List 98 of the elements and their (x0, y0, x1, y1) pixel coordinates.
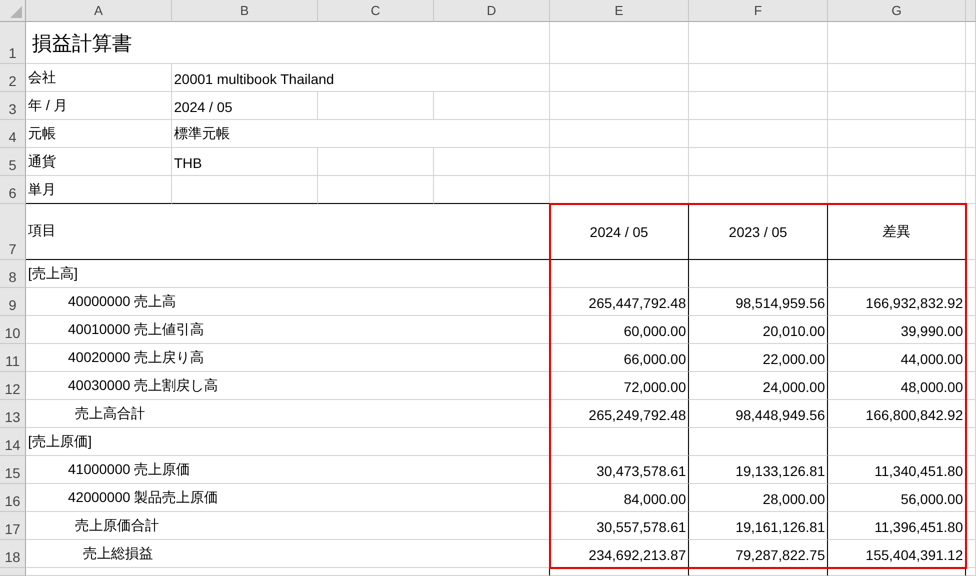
row-header[interactable]: 5 (0, 148, 26, 176)
table-cell: 98,448,949.56 (689, 400, 828, 428)
empty-cell (966, 484, 976, 512)
empty-cell (966, 316, 976, 344)
row-header[interactable]: 18 (0, 540, 26, 568)
row-header[interactable]: 3 (0, 92, 26, 120)
table-cell: 11,396,451.80 (828, 512, 966, 540)
column-header[interactable]: D (434, 0, 550, 22)
table-cell: 40020000 売上戻り高 (26, 344, 550, 372)
table-cell: 42000000 製品売上原価 (26, 484, 550, 512)
table-cell: 2023 / 05 (689, 204, 828, 260)
row-header[interactable]: 11 (0, 344, 26, 372)
empty-cell (966, 288, 976, 316)
table-cell: 単月 (26, 176, 172, 204)
empty-cell (966, 400, 976, 428)
table-cell: 30,557,578.61 (550, 512, 689, 540)
table-cell: THB (172, 148, 318, 176)
triangle-icon (10, 6, 22, 18)
empty-cell (966, 260, 976, 288)
table-cell: 2024 / 05 (172, 92, 318, 120)
table-cell: 44,000.00 (828, 344, 966, 372)
empty-cell (966, 120, 976, 148)
column-header[interactable]: B (172, 0, 318, 22)
empty-cell (966, 512, 976, 540)
row-header[interactable]: 13 (0, 400, 26, 428)
table-cell: 元帳 (26, 120, 172, 148)
table-cell: 40030000 売上割戻し高 (26, 372, 550, 400)
table-cell: 標準元帳 (172, 120, 550, 148)
row-header[interactable]: 4 (0, 120, 26, 148)
table-cell: 28,000.00 (689, 484, 828, 512)
table-cell: 22,000.00 (689, 344, 828, 372)
empty-cell (966, 148, 976, 176)
table-cell: 20,010.00 (689, 316, 828, 344)
column-header[interactable]: F (689, 0, 828, 22)
table-cell: 30,473,578.61 (550, 456, 689, 484)
row-header[interactable]: 10 (0, 316, 26, 344)
row-header[interactable]: 16 (0, 484, 26, 512)
table-cell: 年 / 月 (26, 92, 172, 120)
table-cell: 項目 (26, 204, 550, 260)
table-cell: 19,133,126.81 (689, 456, 828, 484)
select-all-button[interactable] (0, 0, 26, 22)
table-cell: 売上総損益 (26, 540, 550, 568)
table-cell: 41000000 売上原価 (26, 456, 550, 484)
table-cell: 39,990.00 (828, 316, 966, 344)
table-cell: 40010000 売上値引高 (26, 316, 550, 344)
table-cell: 66,000.00 (550, 344, 689, 372)
table-cell: [売上高] (26, 260, 550, 288)
empty-cell (966, 176, 976, 204)
table-cell: 84,000.00 (550, 484, 689, 512)
column-header[interactable]: A (26, 0, 172, 22)
row-header[interactable]: 2 (0, 64, 26, 92)
table-cell: 265,447,792.48 (550, 288, 689, 316)
row-header[interactable]: 1 (0, 22, 26, 64)
table-cell: 19,161,126.81 (689, 512, 828, 540)
empty-cell (966, 372, 976, 400)
table-cell: 98,514,959.56 (689, 288, 828, 316)
table-cell: [売上原価] (26, 428, 550, 456)
table-cell: 20001 multibook Thailand (172, 64, 550, 92)
table-cell: 売上原価合計 (26, 512, 550, 540)
row-header[interactable]: 15 (0, 456, 26, 484)
table-cell: 166,932,832.92 (828, 288, 966, 316)
row-header[interactable]: 7 (0, 204, 26, 260)
table-cell: 79,287,822.75 (689, 540, 828, 568)
table-cell: 166,800,842.92 (828, 400, 966, 428)
table-cell: 56,000.00 (828, 484, 966, 512)
table-cell: 234,692,213.87 (550, 540, 689, 568)
row-header[interactable]: 9 (0, 288, 26, 316)
table-cell: 40000000 売上高 (26, 288, 550, 316)
table-cell: 2024 / 05 (550, 204, 689, 260)
column-header[interactable]: G (828, 0, 966, 22)
empty-cell (966, 92, 976, 120)
table-cell: 24,000.00 (689, 372, 828, 400)
table-cell: 通貨 (26, 148, 172, 176)
table-cell: 11,340,451.80 (828, 456, 966, 484)
empty-cell (966, 64, 976, 92)
table-cell: 損益計算書 (26, 22, 550, 64)
table-cell: 265,249,792.48 (550, 400, 689, 428)
row-header[interactable]: 12 (0, 372, 26, 400)
table-cell: 差異 (828, 204, 966, 260)
table-cell: 60,000.00 (550, 316, 689, 344)
row-header[interactable]: 8 (0, 260, 26, 288)
empty-cell (966, 428, 976, 456)
column-header[interactable]: C (318, 0, 434, 22)
table-cell: 48,000.00 (828, 372, 966, 400)
row-header[interactable]: 14 (0, 428, 26, 456)
row-header[interactable]: 17 (0, 512, 26, 540)
empty-cell (966, 456, 976, 484)
column-header[interactable] (966, 0, 976, 22)
row-header[interactable]: 6 (0, 176, 26, 204)
table-cell: 72,000.00 (550, 372, 689, 400)
empty-cell (966, 344, 976, 372)
row-header[interactable] (0, 568, 26, 576)
empty-cell (966, 540, 976, 568)
empty-cell (966, 204, 976, 260)
table-cell: 会社 (26, 64, 172, 92)
column-header[interactable]: E (550, 0, 689, 22)
table-cell: 155,404,391.12 (828, 540, 966, 568)
table-cell: 売上高合計 (26, 400, 550, 428)
